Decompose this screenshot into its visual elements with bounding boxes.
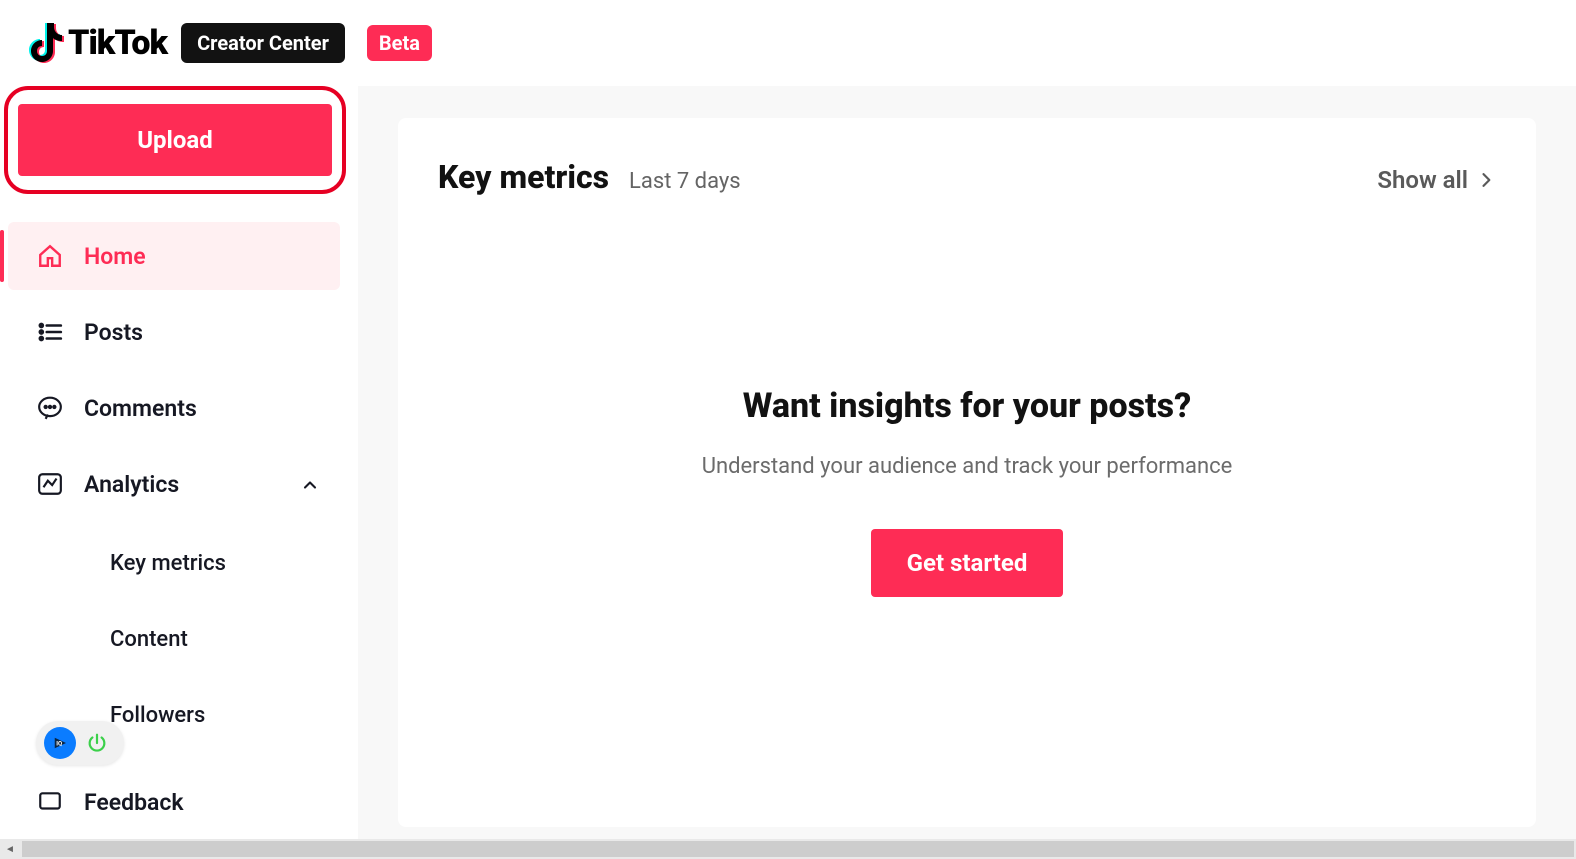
floating-extension-widget[interactable]: IQ (36, 721, 124, 765)
main-content: Key metrics Last 7 days Show all Want in… (358, 86, 1576, 859)
feedback-icon (36, 788, 64, 816)
card-time-range: Last 7 days (629, 169, 741, 194)
sidebar-item-posts[interactable]: Posts (8, 298, 340, 366)
subnav-label: Followers (110, 703, 205, 728)
empty-state-subtitle: Understand your audience and track your … (702, 454, 1233, 479)
tiktok-logo[interactable]: TikTok (28, 23, 167, 63)
creator-center-badge: Creator Center (181, 23, 345, 63)
subnav-label: Key metrics (110, 551, 226, 576)
sidebar-subitem-content[interactable]: Content (8, 608, 340, 670)
scroll-thumb[interactable] (22, 841, 1574, 857)
comment-icon (36, 394, 64, 422)
extension-badge-icon: IQ (44, 727, 76, 759)
chevron-right-icon (1476, 170, 1496, 190)
sidebar-item-comments[interactable]: Comments (8, 374, 340, 442)
sidebar-subitem-key-metrics[interactable]: Key metrics (8, 532, 340, 594)
card-header: Key metrics Last 7 days Show all (438, 158, 1496, 196)
sidebar-nav-lower: Feedback (0, 760, 350, 836)
sidebar-item-home[interactable]: Home (8, 222, 340, 290)
nav-label: Analytics (84, 471, 280, 498)
upload-label: Upload (137, 126, 213, 154)
sidebar-item-analytics[interactable]: Analytics (8, 450, 340, 518)
subnav-label: Content (110, 627, 188, 652)
nav-label: Feedback (84, 789, 320, 816)
power-icon (86, 732, 108, 754)
upload-button[interactable]: Upload (18, 104, 332, 176)
get-started-label: Get started (907, 549, 1028, 577)
key-metrics-card: Key metrics Last 7 days Show all Want in… (398, 118, 1536, 827)
home-icon (36, 242, 64, 270)
analytics-icon (36, 470, 64, 498)
upload-highlight-annotation: Upload (4, 86, 346, 194)
horizontal-scrollbar[interactable]: ◄ (0, 839, 1576, 859)
sidebar-nav: Home Posts (0, 206, 350, 518)
svg-text:IQ: IQ (56, 740, 62, 747)
empty-state-title: Want insights for your posts? (743, 386, 1192, 426)
brand-text: TikTok (68, 23, 167, 63)
show-all-link[interactable]: Show all (1377, 166, 1496, 194)
chevron-up-icon (300, 474, 320, 494)
nav-label: Comments (84, 395, 320, 422)
analytics-submenu: Key metrics Content Followers (0, 532, 350, 746)
app-header: TikTok Creator Center Beta (0, 0, 1576, 86)
nav-label: Posts (84, 319, 320, 346)
nav-label: Home (84, 243, 320, 270)
empty-state: Want insights for your posts? Understand… (438, 386, 1496, 597)
list-icon (36, 318, 64, 346)
show-all-label: Show all (1377, 166, 1468, 194)
card-title: Key metrics (438, 158, 609, 196)
get-started-button[interactable]: Get started (871, 529, 1064, 597)
scroll-left-arrow-icon[interactable]: ◄ (0, 839, 20, 859)
tiktok-note-icon (28, 23, 64, 63)
sidebar: Upload Home (0, 86, 358, 859)
beta-badge: Beta (367, 25, 432, 61)
sidebar-item-feedback[interactable]: Feedback (8, 768, 340, 836)
